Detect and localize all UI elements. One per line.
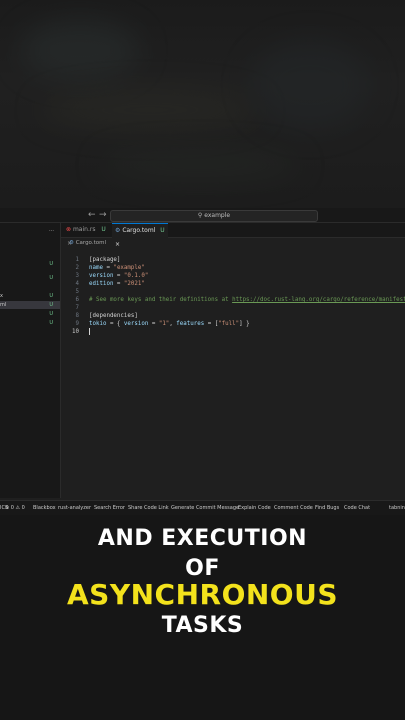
caption-line-3-highlight: ASYNCHRONOUS [66,578,339,611]
code-token: = [148,321,159,327]
code-line: name = "example" [89,264,145,272]
code-token: # See more keys and their definitions at [89,297,233,303]
rust-analyzer-status[interactable]: rust-analyzer [58,501,91,515]
git-status: U [49,275,53,281]
line-number: 9 [75,321,80,327]
blur-blob [40,90,260,130]
caption-line-1: AND EXECUTION [97,526,308,551]
problems-status[interactable]: ⊗ 0 ⚠ 0 [5,501,25,515]
tabnine-status[interactable]: tabnin [389,501,405,515]
code-token: name [89,265,103,271]
line-number: 2 [75,265,80,271]
code-token: = [113,281,124,287]
tab-status: U [101,226,106,233]
status-bar: ICS ⊗ 0 ⚠ 0 Blackbox rust-analyzer Search E… [0,500,405,515]
error-icon: ⊗ [66,226,72,233]
explorer-item-label: ml [0,302,7,308]
code-token: [package] [89,257,121,263]
explorer-item[interactable]: U [0,260,60,268]
code-token: "1" [158,321,170,327]
arrow-right-icon[interactable]: → [99,210,107,220]
code-token: "0.1.0" [123,273,149,279]
line-number: 3 [75,273,80,279]
code-token: tokio [89,321,107,327]
explorer-item[interactable]: ml U [0,301,60,309]
code-token: = [ [204,321,219,327]
tab-bar: ⊗ main.rs U × ⚙ Cargo.toml U × [61,223,405,248]
code-line: edition = "2021" [89,280,145,288]
search-icon: ⚲ [197,212,203,219]
generate-commit-status[interactable]: Generate Commit Message [171,501,239,515]
title-bar: ← → ⚲ example [0,208,405,223]
code-chat-status[interactable]: Code Chat [344,501,370,515]
search-error-status[interactable]: Search Error [94,501,125,515]
code-token: "2021" [123,281,145,287]
share-code-link-status[interactable]: Share Code Link [128,501,169,515]
text-cursor [89,328,90,335]
tab-cargo-toml[interactable]: ⚙ Cargo.toml U × [112,223,168,248]
code-token: edition [89,281,114,287]
code-token: "example" [113,265,145,271]
line-number: 1 [75,257,80,263]
explorer-item[interactable]: U [0,274,60,282]
explain-code-status[interactable]: Explain Code [238,501,271,515]
blurred-background [0,0,405,208]
code-line: tokio = { version = "1", features = ["fu… [89,320,250,328]
git-status: U [49,293,53,299]
find-bugs-status[interactable]: Find Bugs [315,501,339,515]
tab-label: main.rs [72,226,96,233]
command-search-box[interactable]: ⚲ example [110,210,318,222]
gear-icon: ⚙ [69,240,74,246]
search-text: example [204,212,231,219]
explorer-sidebar: … U Ux Uml U U U [0,223,61,498]
code-line: # See more keys and their definitions at… [89,296,405,304]
tab-label: Cargo.toml [122,227,156,234]
git-status: U [49,311,53,317]
code-token: version [89,273,114,279]
tab-status: U [160,227,165,234]
explorer-item[interactable]: U [0,310,60,318]
git-status: U [49,302,53,308]
editor-area: ⊗ main.rs U × ⚙ Cargo.toml U × ⚙ Cargo.t… [61,223,405,498]
code-token: = { [106,321,124,327]
explorer-item[interactable]: U [0,319,60,327]
close-icon[interactable]: × [115,241,120,248]
git-status: U [49,261,53,267]
code-token: = [113,273,124,279]
line-number: 10 [72,329,79,335]
explorer-item-label: x [0,293,3,299]
breadcrumb[interactable]: ⚙ Cargo.toml [69,240,106,246]
gear-icon: ⚙ [115,227,121,234]
code-token: https://doc.rust-lang.org/cargo/referenc… [232,297,405,303]
explorer-item[interactable]: xU [0,292,60,300]
line-number: 6 [75,297,80,303]
code-token: features [176,321,205,327]
code-line: [dependencies] [89,312,138,320]
arrow-left-icon[interactable]: ← [88,210,96,220]
code-token: [dependencies] [89,313,138,319]
blackbox-status[interactable]: Blackbox [33,501,56,515]
vscode-window: ← → ⚲ example … U Ux Uml U U U ⊗ main.rs U × … [0,208,405,515]
tab-main-rs[interactable]: ⊗ main.rs U × [64,223,110,247]
code-token: = [102,265,114,271]
code-token: ] } [239,321,250,327]
blur-blob [250,40,370,130]
line-number: 8 [75,313,80,319]
git-status: U [49,320,53,326]
more-actions-icon[interactable]: … [0,226,60,234]
code-line: [package] [89,256,120,264]
code-token: "full" [218,321,240,327]
line-number: 7 [75,305,80,311]
code-line: version = "0.1.0" [89,272,148,280]
comment-code-status[interactable]: Comment Code [274,501,313,515]
caption-line-4: TASKS [161,613,244,638]
line-number: 4 [75,281,80,287]
blur-blob [20,20,140,80]
code-token: version [123,321,149,327]
blur-blob [100,150,300,180]
line-number: 5 [75,289,80,295]
breadcrumb-label: Cargo.toml [75,240,106,246]
